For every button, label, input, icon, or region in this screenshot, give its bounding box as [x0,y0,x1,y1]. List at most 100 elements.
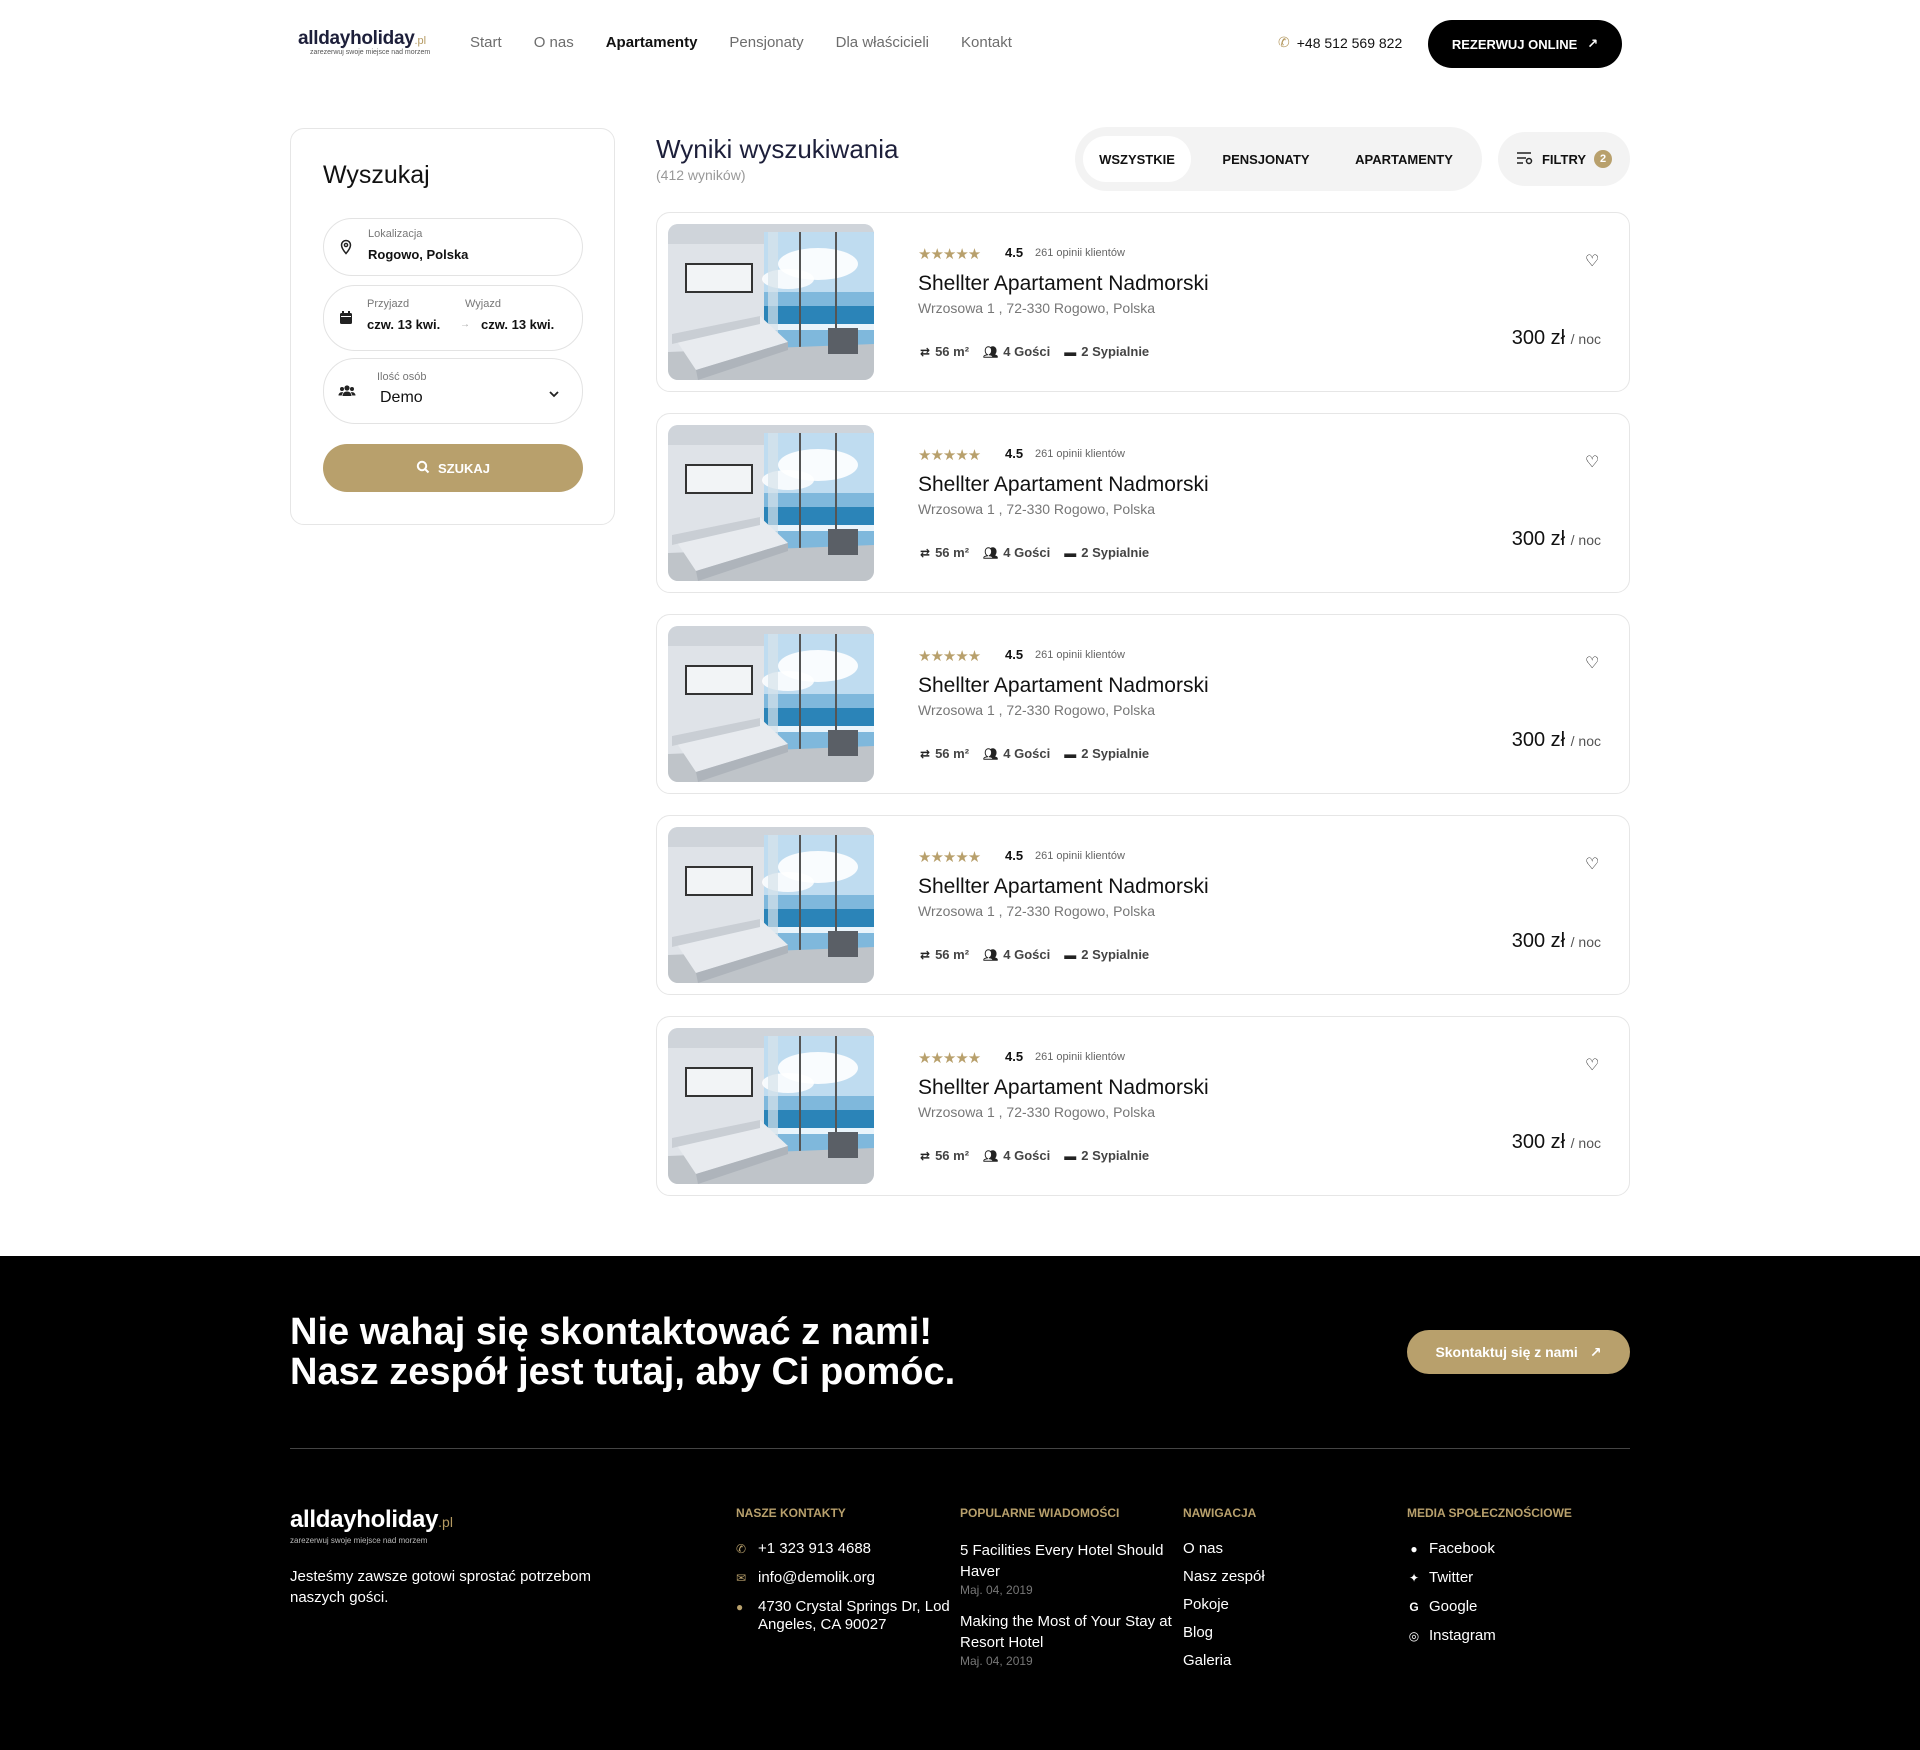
listing-name[interactable]: Shellter Apartament Nadmorski [918,674,1209,698]
social-google[interactable]: G Google [1407,1598,1572,1616]
twitter-icon: ✦ [1408,1571,1420,1585]
cta-heading: Nie wahaj się skontaktować z nami! Nasz … [290,1312,1190,1392]
guests-value: Demo [380,389,423,406]
nav-pensjonaty[interactable]: Pensjonaty [729,34,803,51]
area-icon: ⇄ [920,344,931,359]
listing-name[interactable]: Shellter Apartament Nadmorski [918,473,1209,497]
search-button[interactable]: SZUKAJ [323,444,583,492]
location-field[interactable]: Lokalizacja Rogowo, Polska [323,218,583,276]
tab-apartamenty[interactable]: APARTAMENTY [1340,136,1468,182]
feature-bedrooms: ▬ 2 Sypialnie [1064,1148,1149,1163]
arrow-up-right-icon: ↗ [1589,1343,1602,1360]
news-item[interactable]: Making the Most of Your Stay at Resort H… [960,1611,1185,1668]
search-icon [416,460,430,477]
filters-count-badge: 2 [1594,150,1613,168]
feature-guests: 👥︎ 4 Gości [983,746,1050,761]
footer-email[interactable]: ✉ info@demolik.org [736,1569,958,1587]
social-instagram[interactable]: ◎ Instagram [1407,1627,1572,1645]
phone-icon: ✆ [736,1542,747,1556]
listing-name[interactable]: Shellter Apartament Nadmorski [918,1076,1209,1100]
listing-card[interactable]: ★★★★★ 4.5 261 opinii klientów Shellter A… [656,614,1630,794]
listing-features: ⇄ 56 m² 👥︎ 4 Gości ▬ 2 Sypialnie [920,344,1149,359]
favorite-heart-icon[interactable]: ♡ [1585,251,1599,271]
logo[interactable]: alldayholiday.pl zarezerwuj swoje miejsc… [298,28,430,56]
listing-card[interactable]: ★★★★★ 4.5 261 opinii klientów Shellter A… [656,815,1630,995]
book-online-label: REZERWUJ ONLINE [1451,36,1578,52]
favorite-heart-icon[interactable]: ♡ [1585,1055,1599,1075]
feature-guests-text: 4 Gości [1003,947,1051,962]
search-title: Wyszukaj [323,161,430,189]
footer-nav-galeria[interactable]: Galeria [1183,1652,1265,1669]
review-count: 261 opinii klientów [1035,247,1125,259]
footer-nav-zespol[interactable]: Nasz zespół [1183,1568,1265,1585]
price-value: 300 zł [1511,1131,1566,1153]
contact-us-label: Skontaktuj się z nami [1435,1344,1578,1360]
footer-nav-blog[interactable]: Blog [1183,1624,1265,1641]
nav-start[interactable]: Start [470,34,502,51]
filters-button[interactable]: FILTRY 2 [1498,132,1630,186]
listing-photo[interactable] [668,1028,874,1184]
favorite-heart-icon[interactable]: ♡ [1585,854,1599,874]
feature-area: ⇄ 56 m² [920,947,969,962]
rating-stars: ★★★★★ [918,1050,981,1067]
feature-guests-text: 4 Gości [1003,545,1051,560]
listing-name[interactable]: Shellter Apartament Nadmorski [918,875,1209,899]
rating-value: 4.5 [1005,245,1024,260]
favorite-heart-icon[interactable]: ♡ [1585,653,1599,673]
mail-icon: ✉ [736,1571,747,1585]
favorite-heart-icon[interactable]: ♡ [1585,452,1599,472]
footer-contacts: NASZE KONTAKTY ✆ +1 323 913 4688 ✉ info@de… [736,1506,958,1645]
guests-select[interactable]: Ilość osób Demo [323,358,583,424]
footer-nav-o-nas[interactable]: O nas [1183,1540,1265,1557]
nav-kontakt[interactable]: Kontakt [961,34,1012,51]
header-phone[interactable]: ✆ +48 512 569 822 [1278,34,1402,51]
news-item[interactable]: 5 Facilities Every Hotel Should Haver Ma… [960,1540,1185,1597]
facebook-icon: ● [1410,1542,1418,1556]
cta-line-2: Nasz zespół jest tutaj, aby Ci pomóc. [290,1351,956,1393]
search-button-label: SZUKAJ [437,460,490,476]
feature-guests: 👥︎ 4 Gości [983,1148,1050,1163]
tab-pensjonaty[interactable]: PENSJONATY [1202,136,1330,182]
tab-wszystkie[interactable]: WSZYSTKIE [1083,136,1191,182]
filters-label: FILTRY [1541,151,1587,167]
nav-o-nas[interactable]: O nas [534,34,574,51]
listing-name[interactable]: Shellter Apartament Nadmorski [918,272,1209,296]
listing-card[interactable]: ★★★★★ 4.5 261 opinii klientów Shellter A… [656,413,1630,593]
social-facebook-label: Facebook [1429,1540,1495,1557]
listing-photo[interactable] [668,224,874,380]
book-online-button[interactable]: REZERWUJ ONLINE ↗ [1428,20,1622,68]
news-title: Making the Most of Your Stay at Resort H… [960,1613,1172,1651]
feature-area-text: 56 m² [935,545,970,560]
footer-nav-pokoje[interactable]: Pokoje [1183,1596,1265,1613]
main-nav: Start O nas Apartamenty Pensjonaty Dla w… [470,34,1044,51]
footer-phone[interactable]: ✆ +1 323 913 4688 [736,1540,958,1558]
footer-logo[interactable]: alldayholiday.pl zarezerwuj swoje miejsc… [290,1506,453,1545]
price-unit: / noc [1570,733,1601,749]
listing-photo[interactable] [668,425,874,581]
contact-us-button[interactable]: Skontaktuj się z nami ↗ [1407,1330,1630,1374]
listing-features: ⇄ 56 m² 👥︎ 4 Gości ▬ 2 Sypialnie [920,947,1149,962]
cta-line-1: Nie wahaj się skontaktować z nami! [290,1311,932,1353]
footer-news: POPULARNE WIADOMOŚCI 5 Facilities Every … [960,1506,1185,1682]
listing-photo[interactable] [668,626,874,782]
social-facebook[interactable]: ● Facebook [1407,1540,1572,1558]
users-icon [338,383,356,404]
price-value: 300 zł [1511,930,1566,952]
checkin-label: Przyjazd [367,298,410,310]
location-pin-icon: ● [736,1600,744,1614]
listing-card[interactable]: ★★★★★ 4.5 261 opinii klientów Shellter A… [656,212,1630,392]
dates-field[interactable]: Przyjazd czw. 13 kwi. → Wyjazd czw. 13 k… [323,285,583,351]
social-twitter[interactable]: ✦ Twitter [1407,1569,1572,1587]
nav-apartamenty[interactable]: Apartamenty [606,34,698,51]
feature-bedrooms-text: 2 Sypialnie [1081,344,1150,359]
feature-area: ⇄ 56 m² [920,746,969,761]
contacts-heading: NASZE KONTAKTY [736,1506,846,1520]
nav-dla-wlascicieli[interactable]: Dla właścicieli [836,34,929,51]
listing-card[interactable]: ★★★★★ 4.5 261 opinii klientów Shellter A… [656,1016,1630,1196]
listing-photo[interactable] [668,827,874,983]
footer-about: Jesteśmy zawsze gotowi sprostać potrzebo… [290,1568,591,1606]
type-tabs: WSZYSTKIE PENSJONATY APARTAMENTY [1075,127,1482,191]
feature-area: ⇄ 56 m² [920,545,969,560]
listing-address: Wrzosowa 1 , 72-330 Rogowo, Polska [918,1104,1156,1120]
listing-address: Wrzosowa 1 , 72-330 Rogowo, Polska [918,702,1156,718]
